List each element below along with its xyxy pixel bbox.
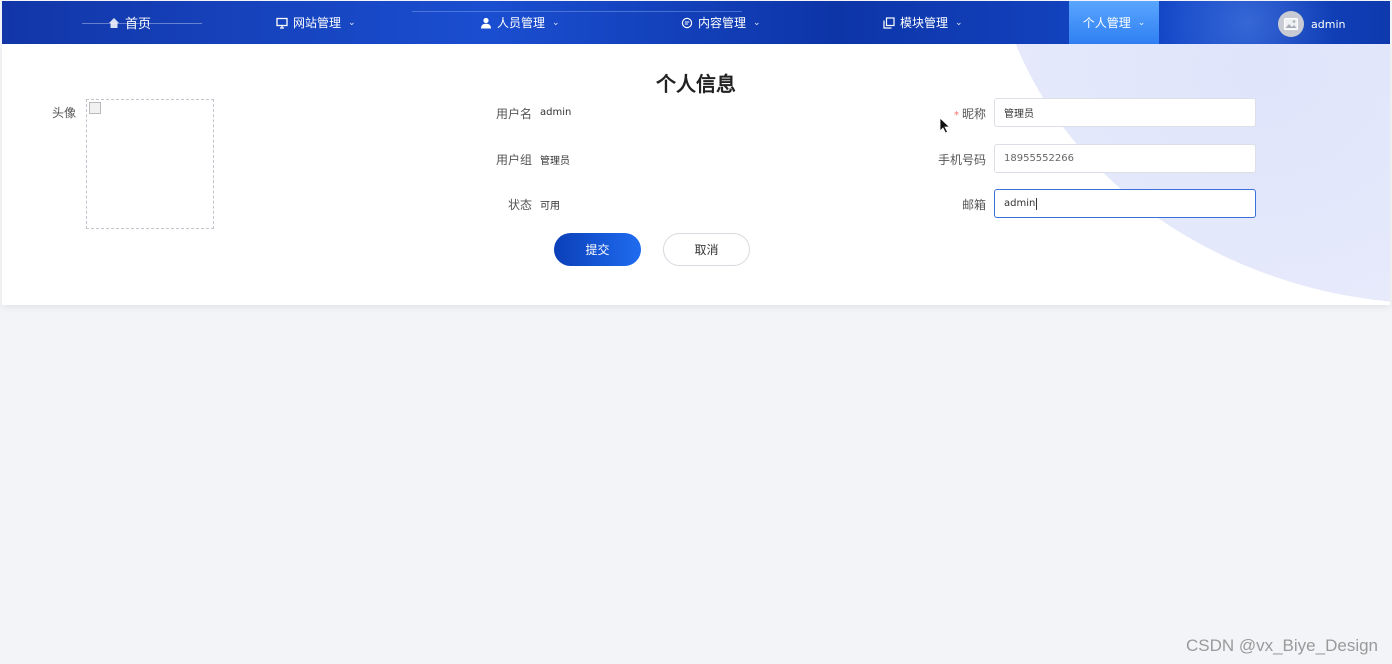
- required-mark: *: [953, 110, 959, 121]
- submit-button[interactable]: 提交: [554, 233, 641, 266]
- nickname-input[interactable]: 管理员: [994, 98, 1256, 127]
- cancel-button[interactable]: 取消: [663, 233, 750, 266]
- avatar-label: 头像: [51, 106, 76, 120]
- nav-item-personal-management[interactable]: 个人管理 ⌄: [1069, 1, 1159, 44]
- nav-module-label: 模块管理: [900, 16, 949, 30]
- username-value: admin: [540, 107, 572, 118]
- chevron-down-icon: ⌄: [753, 17, 761, 28]
- phone-input[interactable]: 18955552266: [994, 144, 1256, 173]
- home-icon: [109, 17, 119, 28]
- broken-image-icon: [89, 102, 101, 114]
- chevron-down-icon: ⌄: [348, 17, 356, 28]
- nav-item-site-management[interactable]: 网站管理 ⌄: [276, 1, 356, 44]
- chevron-down-icon: ⌄: [955, 17, 963, 28]
- image-icon: [1284, 18, 1298, 30]
- nav-staff-label: 人员管理: [497, 16, 546, 30]
- monitor-icon: [276, 17, 288, 29]
- email-input[interactable]: admin: [994, 189, 1256, 218]
- username-label: admin: [1311, 17, 1346, 31]
- watermark: CSDN @vx_Biye_Design: [1185, 636, 1378, 655]
- nav-site-label: 网站管理: [293, 16, 342, 30]
- nav-item-staff-management[interactable]: 人员管理 ⌄: [480, 1, 560, 44]
- nav-item-content-management[interactable]: 内容管理 ⌄: [681, 1, 761, 44]
- page-title: 个人信息: [656, 72, 736, 96]
- user-menu[interactable]: admin: [1278, 11, 1345, 37]
- nav-personal-label: 个人管理: [1082, 16, 1131, 30]
- status-label: 状态: [507, 198, 532, 212]
- avatar-upload[interactable]: [86, 99, 214, 229]
- phone-input-value: 18955552266: [1004, 153, 1074, 164]
- nav-item-home[interactable]: 首页: [108, 1, 151, 44]
- email-label: 邮箱: [961, 198, 986, 212]
- email-input-value: admin: [1004, 198, 1036, 209]
- nav-home-label: 首页: [125, 17, 152, 32]
- copy-icon: [883, 16, 895, 29]
- username-field-label: 用户名: [495, 107, 532, 121]
- text-caret: [1036, 197, 1038, 210]
- nav-decoration-glow: [1152, 1, 1390, 44]
- chevron-down-icon: ⌄: [552, 17, 560, 28]
- top-nav: 首页 网站管理 ⌄ 人员管理 ⌄ 内容管理 ⌄ 模块管理 ⌄ 个人管理 ⌄ ad…: [2, 1, 1390, 44]
- avatar: [1278, 11, 1304, 37]
- nickname-input-value: 管理员: [1004, 109, 1034, 120]
- status-value: 可用: [540, 201, 560, 212]
- chat-icon: [681, 17, 693, 28]
- nickname-label-text: 昵称: [961, 107, 986, 121]
- user-group-value: 管理员: [540, 156, 570, 167]
- nav-content-label: 内容管理: [698, 16, 747, 30]
- phone-label: 手机号码: [937, 153, 986, 167]
- chevron-down-icon: ⌄: [1137, 17, 1146, 28]
- mouse-cursor-icon: [939, 117, 951, 134]
- user-group-label: 用户组: [495, 153, 532, 167]
- nav-item-module-management[interactable]: 模块管理 ⌄: [883, 1, 963, 44]
- personal-info-card: 个人信息 头像 用户名 admin 用户组 管理员 状态 可用 * 昵称 管理员 …: [2, 44, 1390, 305]
- nickname-label: * 昵称: [922, 105, 986, 122]
- user-icon: [481, 17, 491, 28]
